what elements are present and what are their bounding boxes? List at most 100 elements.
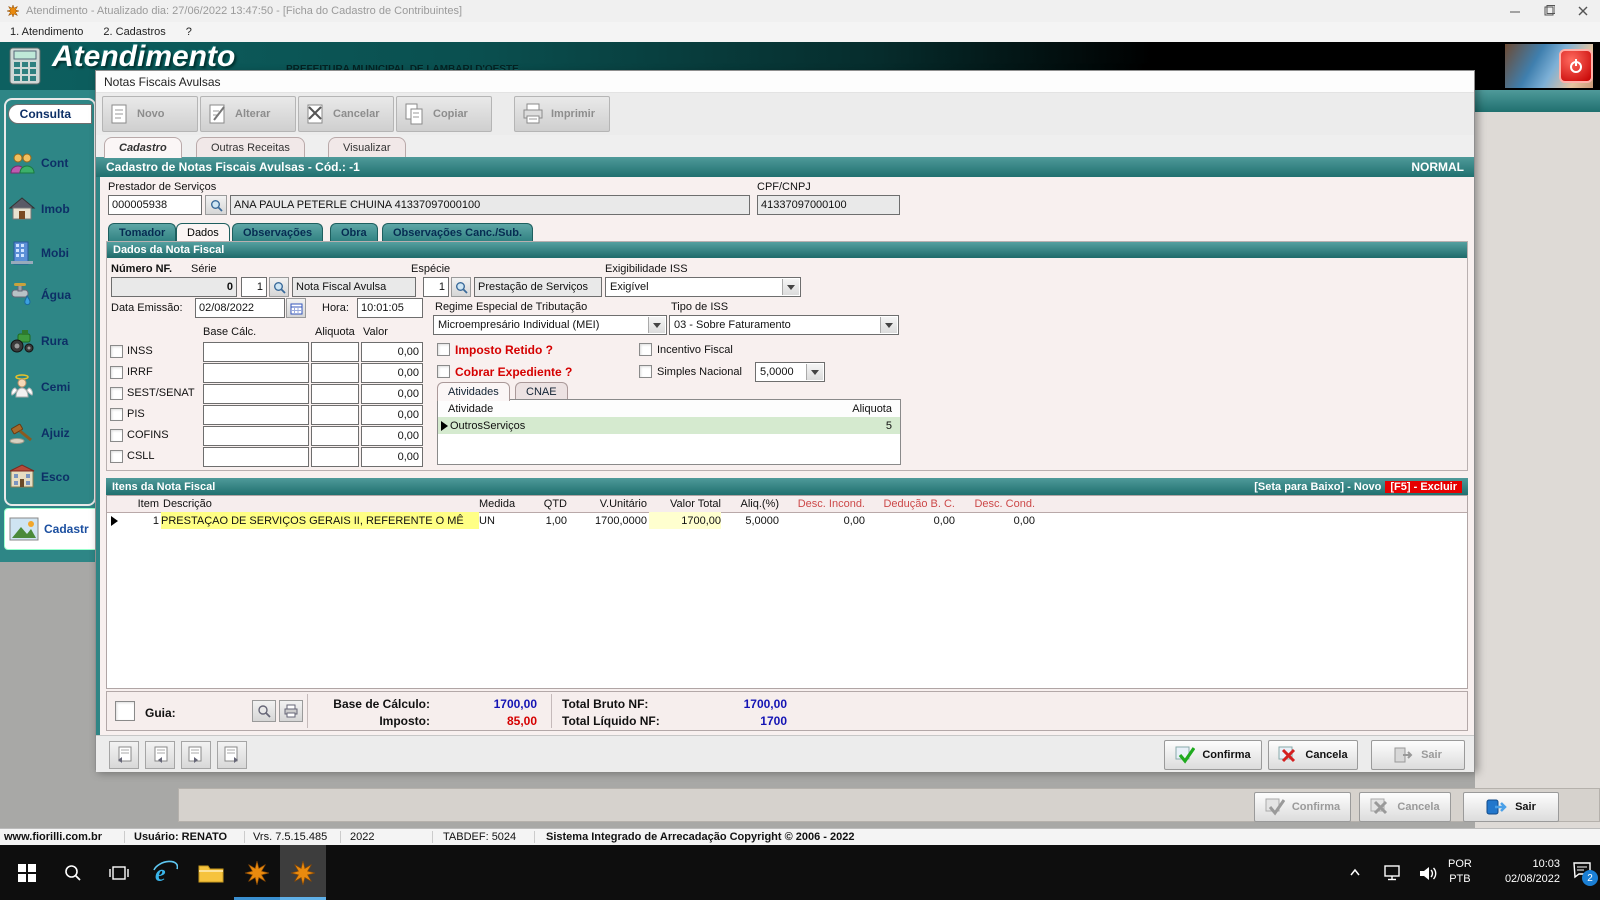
csll-valor-input[interactable] — [361, 447, 423, 467]
outer-cancela-button[interactable]: Cancela — [1359, 792, 1451, 822]
tray-volume-icon[interactable] — [1412, 845, 1444, 900]
irrf-aliquota-input[interactable] — [311, 363, 359, 383]
serie-desc-field[interactable] — [292, 277, 416, 297]
copiar-button[interactable]: Copiar — [396, 96, 492, 132]
tipo-iss-select[interactable]: 03 - Sobre Faturamento — [669, 315, 899, 335]
guia-search-button[interactable] — [252, 700, 276, 722]
tab-tomador[interactable]: Tomador — [108, 223, 177, 242]
pis-valor-input[interactable] — [361, 405, 423, 425]
tab-outras-receitas[interactable]: Outras Receitas — [196, 137, 305, 158]
cpf-input[interactable] — [757, 195, 900, 215]
incentivo-checkbox[interactable] — [639, 343, 652, 356]
tab-atividades[interactable]: Atividades — [437, 382, 510, 401]
inss-base-input[interactable] — [203, 342, 309, 362]
csll-aliquota-input[interactable] — [311, 447, 359, 467]
item-row[interactable]: 1 PRESTAÇAO DE SERVIÇOS GERAIS II, REFER… — [107, 512, 1467, 529]
nav-last-button[interactable] — [217, 741, 247, 769]
serie-search-button[interactable] — [269, 277, 289, 297]
alterar-button[interactable]: Alterar — [200, 96, 296, 132]
data-emissao-input[interactable] — [195, 298, 285, 318]
irrf-checkbox[interactable] — [110, 366, 123, 379]
irrf-valor-input[interactable] — [361, 363, 423, 383]
especie-search-button[interactable] — [451, 277, 471, 297]
numero-input[interactable] — [111, 277, 237, 297]
file-explorer-button[interactable] — [188, 845, 234, 900]
guia-print-button[interactable] — [279, 700, 303, 722]
prestador-search-button[interactable] — [205, 195, 227, 215]
cobrar-expediente-checkbox[interactable] — [437, 365, 450, 378]
csll-checkbox[interactable] — [110, 450, 123, 463]
fiorilli-icon — [291, 860, 315, 885]
tab-dados[interactable]: Dados — [176, 223, 230, 242]
irrf-base-input[interactable] — [203, 363, 309, 383]
outer-confirma-button[interactable]: Confirma — [1254, 792, 1351, 822]
task-view-button[interactable] — [96, 845, 142, 900]
sidebar-item-cadastro[interactable]: Cadastr — [4, 508, 102, 550]
cancela-button[interactable]: Cancela — [1268, 740, 1358, 770]
simples-checkbox[interactable] — [639, 365, 652, 378]
serie-input[interactable] — [241, 277, 267, 297]
pis-aliquota-input[interactable] — [311, 405, 359, 425]
especie-input[interactable] — [423, 277, 449, 297]
imposto-retido-checkbox[interactable] — [437, 343, 450, 356]
sest-valor-input[interactable] — [361, 384, 423, 404]
inss-aliquota-input[interactable] — [311, 342, 359, 362]
sair-button[interactable]: Sair — [1371, 740, 1465, 770]
minimize-icon[interactable] — [1498, 0, 1532, 22]
fiorilli-app2-button[interactable] — [280, 845, 326, 900]
cobrar-expediente-label: Cobrar Expediente ? — [455, 365, 573, 379]
cofins-checkbox[interactable] — [110, 429, 123, 442]
tab-cadastro[interactable]: Cadastro — [104, 137, 182, 158]
start-button[interactable] — [4, 845, 50, 900]
menu-atendimento[interactable]: 1. Atendimento — [0, 26, 93, 38]
power-button[interactable] — [1559, 49, 1593, 83]
cofins-valor-input[interactable] — [361, 426, 423, 446]
sest-aliquota-input[interactable] — [311, 384, 359, 404]
pis-checkbox[interactable] — [110, 408, 123, 421]
exigibilidade-select[interactable]: Exigível — [605, 277, 801, 297]
prestador-code-input[interactable] — [108, 195, 202, 215]
fiorilli-app1-button[interactable] — [234, 845, 280, 900]
especie-desc-field[interactable] — [474, 277, 602, 297]
regime-select[interactable]: Microempresário Individual (MEI) — [433, 315, 667, 335]
tab-observacoes-canc[interactable]: Observações Canc./Sub. — [382, 223, 533, 242]
tab-obra[interactable]: Obra — [330, 223, 378, 242]
atividade-row[interactable]: OutrosServiços 5 — [438, 417, 900, 434]
cancelar-button[interactable]: Cancelar — [298, 96, 394, 132]
internet-explorer-button[interactable]: e — [142, 845, 188, 900]
imprimir-button[interactable]: Imprimir — [514, 96, 610, 132]
inss-checkbox[interactable] — [110, 345, 123, 358]
sest-base-input[interactable] — [203, 384, 309, 404]
sest-checkbox[interactable] — [110, 387, 123, 400]
tab-observacoes[interactable]: Observações — [232, 223, 324, 242]
tab-visualizar[interactable]: Visualizar — [328, 137, 406, 158]
tray-network-icon[interactable] — [1378, 845, 1410, 900]
hora-input[interactable] — [357, 298, 423, 318]
simples-valor-select[interactable]: 5,0000 — [755, 362, 825, 382]
prestador-name-input[interactable] — [230, 195, 750, 215]
calendar-button[interactable] — [286, 298, 306, 318]
col-aliq: Aliq.(%) — [740, 498, 779, 510]
nav-next-button[interactable] — [181, 741, 211, 769]
inss-valor-input[interactable] — [361, 342, 423, 362]
close-icon[interactable] — [1566, 0, 1600, 22]
notification-button[interactable]: 2 — [1572, 861, 1598, 886]
maximize-icon[interactable] — [1532, 0, 1566, 22]
cofins-base-input[interactable] — [203, 426, 309, 446]
outer-sair-button[interactable]: Sair — [1463, 792, 1559, 822]
novo-button[interactable]: Novo — [102, 96, 198, 132]
menu-cadastros[interactable]: 2. Cadastros — [93, 26, 175, 38]
nav-first-button[interactable] — [109, 741, 139, 769]
sidebar-item-consulta[interactable]: Consulta — [8, 104, 92, 124]
nav-prev-button[interactable] — [145, 741, 175, 769]
tray-language[interactable]: POR PTB — [1448, 857, 1472, 887]
csll-base-input[interactable] — [203, 447, 309, 467]
guia-checkbox[interactable] — [115, 701, 135, 721]
cofins-aliquota-input[interactable] — [311, 426, 359, 446]
menu-help[interactable]: ? — [176, 26, 202, 38]
pis-base-input[interactable] — [203, 405, 309, 425]
tray-chevron-button[interactable] — [1340, 845, 1370, 900]
tray-clock[interactable]: 10:03 02/08/2022 — [1480, 857, 1560, 887]
taskbar-search-button[interactable] — [50, 845, 96, 900]
confirma-button[interactable]: Confirma — [1164, 740, 1262, 770]
